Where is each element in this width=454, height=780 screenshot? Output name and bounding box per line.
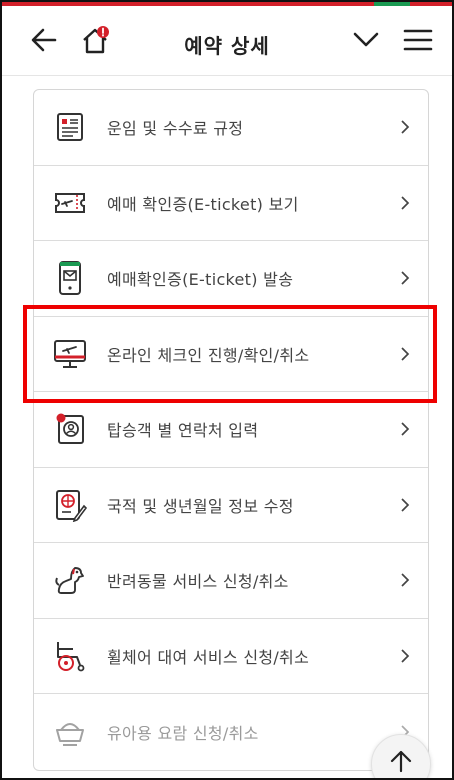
dropdown-button[interactable]	[344, 18, 388, 62]
monitor-plane-icon	[52, 336, 88, 372]
list-item-passenger-contact[interactable]: 탑승객 별 연락처 입력	[34, 392, 428, 468]
list-item-eticket-view[interactable]: 예매 확인증(E-ticket) 보기	[34, 166, 428, 241]
list-item-pet-service[interactable]: 반려동물 서비스 신청/취소	[34, 543, 428, 619]
mobile-mail-icon	[52, 260, 88, 296]
list-item-label: 운임 및 수수료 규정	[107, 119, 244, 139]
list-item-label: 온라인 체크인 진행/확인/취소	[107, 345, 310, 365]
list-item-label: 예매 확인증(E-ticket) 보기	[107, 194, 299, 214]
list-item-eticket-send[interactable]: 예매확인증(E-ticket) 발송	[34, 241, 428, 317]
list-item-label: 탑승객 별 연락처 입력	[107, 421, 259, 441]
list-item-label: 반려동물 서비스 신청/취소	[107, 572, 289, 592]
app-header: 예약 상세	[2, 8, 452, 76]
chevron-right-icon	[401, 196, 410, 210]
chevron-right-icon	[401, 422, 410, 436]
content-area: 운임 및 수수료 규정 예매 확인증(E-ticket) 보기 예매확인증(E-…	[2, 77, 452, 778]
chevron-down-icon	[353, 32, 379, 47]
list-item-fare-rules[interactable]: 운임 및 수수료 규정	[34, 90, 428, 166]
baby-bassinet-icon	[52, 714, 88, 750]
wheelchair-icon	[52, 638, 88, 674]
chevron-right-icon	[401, 649, 410, 663]
list-item-label: 예매확인증(E-ticket) 발송	[107, 270, 294, 290]
chevron-right-icon	[401, 347, 410, 361]
list-item-bassinet[interactable]: 유아용 요람 신청/취소	[34, 694, 428, 770]
arrow-up-icon	[390, 750, 412, 773]
app-frame: 예약 상세 운임 및 수수료 규정 예매 확인증(E-ticket) 보기 예매…	[0, 0, 454, 780]
list-item-label: 휠체어 대여 서비스 신청/취소	[107, 647, 310, 667]
hamburger-menu-icon	[403, 29, 433, 51]
pet-dog-icon	[52, 562, 88, 598]
passenger-contact-icon	[52, 411, 88, 447]
chevron-right-icon	[401, 120, 410, 134]
passport-edit-icon	[52, 487, 88, 523]
chevron-right-icon	[401, 498, 410, 512]
fare-rules-document-icon	[52, 109, 88, 145]
chevron-right-icon	[401, 271, 410, 285]
chevron-right-icon	[401, 573, 410, 587]
menu-button[interactable]	[396, 18, 440, 62]
list-item-online-checkin[interactable]: 온라인 체크인 진행/확인/취소	[34, 317, 428, 392]
ticket-icon	[52, 185, 88, 221]
list-item-wheelchair-service[interactable]: 휠체어 대여 서비스 신청/취소	[34, 619, 428, 694]
list-item-label: 국적 및 생년월일 정보 수정	[107, 496, 294, 516]
service-menu-list: 운임 및 수수료 규정 예매 확인증(E-ticket) 보기 예매확인증(E-…	[33, 89, 429, 771]
list-item-nationality-birthdate[interactable]: 국적 및 생년월일 정보 수정	[34, 468, 428, 543]
list-item-label: 유아용 요람 신청/취소	[107, 723, 259, 743]
